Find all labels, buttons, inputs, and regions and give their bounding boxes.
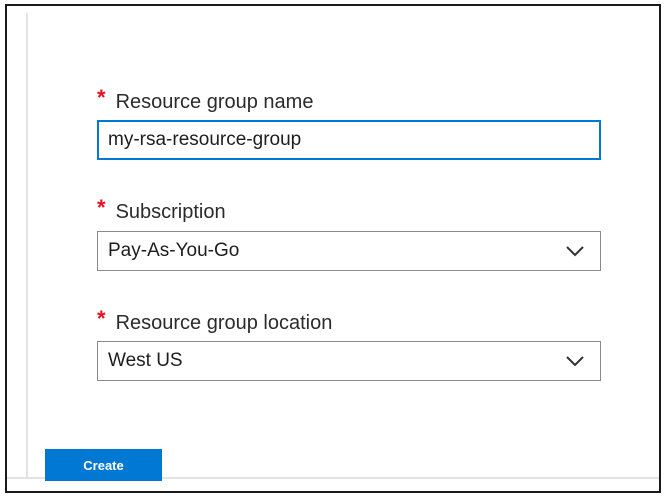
resource-group-location-select[interactable]: West US xyxy=(97,341,601,381)
chevron-down-icon xyxy=(566,356,584,367)
required-asterisk: * xyxy=(97,85,106,110)
left-divider xyxy=(26,13,28,479)
resource-group-name-value: my-rsa-resource-group xyxy=(108,129,302,150)
location-selected-value: West US xyxy=(108,350,183,371)
subscription-label: * Subscription xyxy=(97,195,226,226)
subscription-select[interactable]: Pay-As-You-Go xyxy=(97,231,601,271)
chevron-down-icon xyxy=(566,246,584,257)
resource-group-location-label-text: Resource group location xyxy=(115,312,333,334)
resource-group-location-label: * Resource group location xyxy=(97,306,333,337)
resource-group-dialog: * Resource group name my-rsa-resource-gr… xyxy=(5,4,661,493)
create-button[interactable]: Create xyxy=(45,449,162,481)
required-asterisk: * xyxy=(97,306,106,331)
resource-group-name-label: * Resource group name xyxy=(97,85,314,116)
subscription-selected-value: Pay-As-You-Go xyxy=(108,240,240,261)
resource-group-name-label-text: Resource group name xyxy=(115,91,314,113)
resource-group-name-input[interactable]: my-rsa-resource-group xyxy=(97,120,601,160)
subscription-label-text: Subscription xyxy=(115,201,226,223)
required-asterisk: * xyxy=(97,195,106,220)
